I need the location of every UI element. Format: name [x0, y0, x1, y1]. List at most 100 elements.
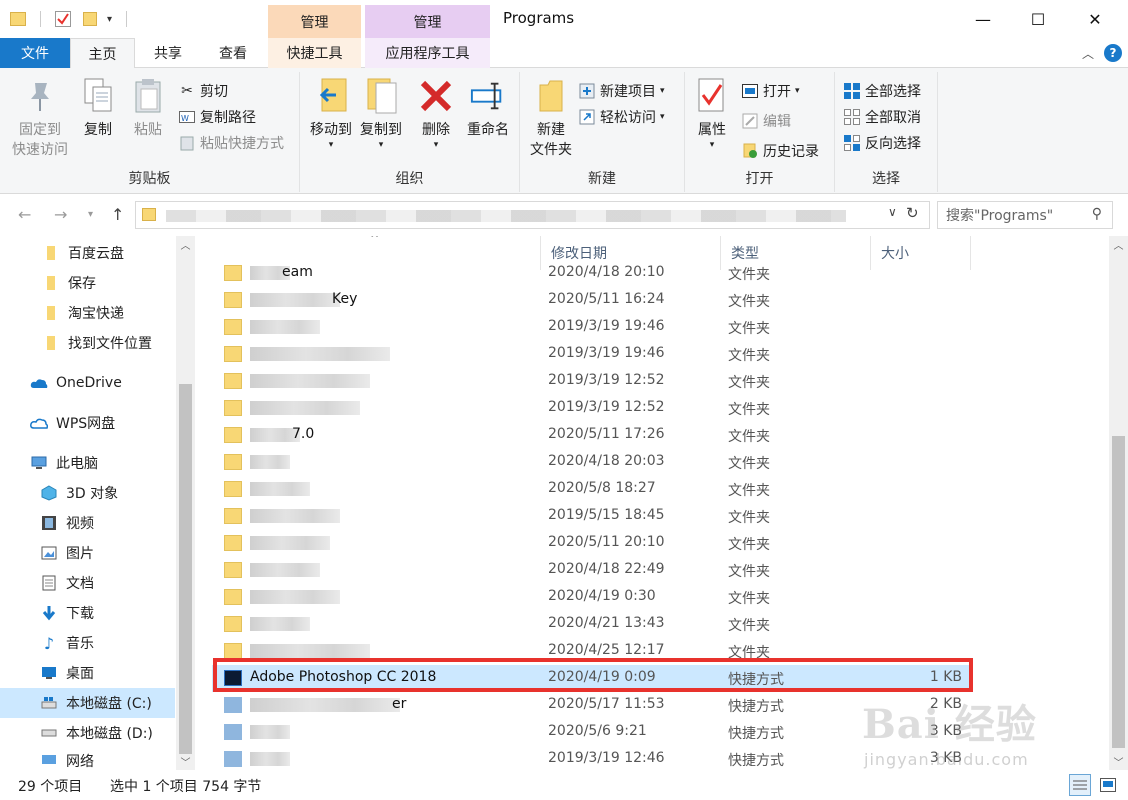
new-folder-icon[interactable]: [83, 12, 97, 26]
table-row[interactable]: eam 2020/4/18 20:10 文件夹: [212, 260, 972, 287]
file-date: 2019/3/19 19:46: [548, 345, 665, 361]
table-row[interactable]: 2020/4/18 22:49 文件夹: [212, 557, 972, 584]
tab-file[interactable]: 文件: [0, 38, 70, 68]
address-dropdown-icon[interactable]: ∨: [888, 205, 897, 219]
scroll-down-arrow-icon[interactable]: ﹀: [1109, 753, 1128, 770]
table-row[interactable]: er 2020/5/17 11:53 快捷方式 2 KB: [212, 692, 972, 719]
blurred-filename: [250, 698, 400, 712]
refresh-icon[interactable]: ↻: [906, 204, 919, 222]
tab-view[interactable]: 查看: [205, 38, 261, 68]
nav-item-music[interactable]: ♪ 音乐: [0, 628, 175, 658]
up-arrow-icon[interactable]: ↑: [111, 205, 124, 224]
properties-button[interactable]: 属性 ▾: [689, 76, 735, 150]
paste-shortcut-button[interactable]: 粘贴快捷方式: [178, 132, 284, 154]
table-row[interactable]: 2020/4/19 0:30 文件夹: [212, 584, 972, 611]
paste-button[interactable]: 粘贴: [126, 76, 170, 140]
properties-check-icon[interactable]: [55, 11, 71, 27]
address-bar[interactable]: ∨ ↻: [135, 201, 930, 229]
drive-icon: [40, 724, 58, 742]
blurred-filename: [250, 347, 390, 361]
nav-item-this-pc[interactable]: 此电脑: [0, 448, 175, 478]
window-title: Programs: [503, 9, 575, 27]
nav-item-videos[interactable]: 视频: [0, 508, 175, 538]
search-icon[interactable]: ⚲: [1092, 206, 1102, 222]
table-row[interactable]: 2019/3/19 19:46 文件夹: [212, 314, 972, 341]
folder-icon: [142, 208, 156, 221]
collapse-ribbon-icon[interactable]: ︿: [1082, 45, 1094, 62]
folder-icon: [224, 508, 242, 524]
move-to-button[interactable]: 移动到 ▾: [306, 76, 356, 150]
tab-home[interactable]: 主页: [70, 38, 135, 69]
nav-item-taobao[interactable]: 淘宝快递: [0, 298, 175, 328]
tab-app-tools[interactable]: 应用程序工具: [365, 38, 490, 68]
file-list-scrollbar[interactable]: ︿ ﹀: [1109, 236, 1128, 770]
nav-item-3d-objects[interactable]: 3D 对象: [0, 478, 175, 508]
table-row[interactable]: 2019/3/19 12:52 文件夹: [212, 395, 972, 422]
nav-pane-scrollbar[interactable]: ︿ ﹀: [176, 236, 195, 770]
open-button[interactable]: 打开 ▾: [741, 80, 800, 102]
nav-item-onedrive[interactable]: OneDrive: [0, 368, 175, 398]
scrollbar-thumb[interactable]: [1112, 436, 1125, 748]
table-row[interactable]: 2019/5/15 18:45 文件夹: [212, 503, 972, 530]
scroll-down-arrow-icon[interactable]: ﹀: [176, 753, 195, 770]
new-folder-button[interactable]: 新建 文件夹: [526, 76, 576, 160]
table-row[interactable]: 2019/3/19 19:46 文件夹: [212, 341, 972, 368]
blurred-filename: [250, 293, 340, 307]
table-row[interactable]: Key 2020/5/11 16:24 文件夹: [212, 287, 972, 314]
nav-item-baidu[interactable]: 百度云盘: [0, 238, 175, 268]
table-row[interactable]: 2020/5/6 9:21 快捷方式 3 KB: [212, 719, 972, 746]
maximize-button[interactable]: ☐: [1011, 0, 1065, 38]
recent-locations-icon[interactable]: ▾: [88, 209, 93, 220]
back-arrow-icon[interactable]: ←: [18, 205, 31, 224]
table-row[interactable]: 2020/4/18 20:03 文件夹: [212, 449, 972, 476]
nav-item-network[interactable]: 网络: [0, 752, 175, 770]
nav-item-local-disk-c[interactable]: 本地磁盘 (C:): [0, 688, 175, 718]
delete-button[interactable]: 删除 ▾: [416, 76, 456, 150]
scrollbar-thumb[interactable]: [179, 384, 192, 754]
scroll-up-arrow-icon[interactable]: ︿: [1109, 236, 1128, 253]
folder-icon: [224, 373, 242, 389]
edit-button[interactable]: 编辑: [741, 110, 791, 132]
select-none-button[interactable]: 全部取消: [843, 106, 921, 128]
pin-quick-access-button[interactable]: 固定到 快速访问: [8, 76, 72, 160]
nav-item-documents[interactable]: 文档: [0, 568, 175, 598]
nav-item-find-location[interactable]: 找到文件位置: [0, 328, 175, 358]
history-button[interactable]: 历史记录: [741, 140, 819, 162]
details-view-icon[interactable]: [1069, 774, 1091, 796]
table-row[interactable]: 2019/3/19 12:46 快捷方式 3 KB: [212, 746, 972, 770]
rename-button[interactable]: 重命名: [462, 76, 514, 140]
minimize-button[interactable]: —: [956, 0, 1010, 38]
select-all-button[interactable]: 全部选择: [843, 80, 921, 102]
nav-item-desktop[interactable]: 桌面: [0, 658, 175, 688]
copy-button[interactable]: 复制: [76, 76, 120, 140]
nav-item-wps[interactable]: WPS网盘: [0, 408, 175, 438]
search-box[interactable]: 搜索"Programs" ⚲: [937, 201, 1113, 229]
new-item-button[interactable]: 新建项目 ▾: [578, 80, 665, 102]
table-row[interactable]: 2019/3/19 12:52 文件夹: [212, 368, 972, 395]
cut-button[interactable]: ✂ 剪切: [178, 80, 228, 102]
copy-path-button[interactable]: W 复制路径: [178, 106, 256, 128]
large-icons-view-icon[interactable]: [1098, 775, 1118, 795]
table-row[interactable]: 7.0 2020/5/11 17:26 文件夹: [212, 422, 972, 449]
table-row[interactable]: 2020/4/21 13:43 文件夹: [212, 611, 972, 638]
copy-to-button[interactable]: 复制到 ▾: [356, 76, 406, 150]
folder-icon[interactable]: [10, 12, 26, 26]
tab-shortcut-tools[interactable]: 快捷工具: [268, 38, 361, 68]
nav-item-pictures[interactable]: 图片: [0, 538, 175, 568]
scroll-up-arrow-icon[interactable]: ︿: [176, 236, 195, 253]
easy-access-button[interactable]: 轻松访问 ▾: [578, 106, 665, 128]
nav-item-downloads[interactable]: 下载: [0, 598, 175, 628]
tab-share[interactable]: 共享: [140, 38, 196, 68]
invert-selection-button[interactable]: 反向选择: [843, 132, 921, 154]
table-row[interactable]: 2020/5/11 20:10 文件夹: [212, 530, 972, 557]
nav-label: 找到文件位置: [68, 336, 152, 352]
file-type: 文件夹: [728, 483, 770, 499]
copy-path-icon: W: [178, 108, 196, 126]
help-icon[interactable]: ?: [1104, 44, 1122, 62]
table-row[interactable]: 2020/5/8 18:27 文件夹: [212, 476, 972, 503]
close-button[interactable]: ✕: [1068, 0, 1122, 38]
nav-item-local-disk-d[interactable]: 本地磁盘 (D:): [0, 718, 175, 748]
nav-item-save[interactable]: 保存: [0, 268, 175, 298]
forward-arrow-icon[interactable]: →: [54, 205, 67, 224]
customize-toolbar-icon[interactable]: ▾: [107, 14, 112, 25]
